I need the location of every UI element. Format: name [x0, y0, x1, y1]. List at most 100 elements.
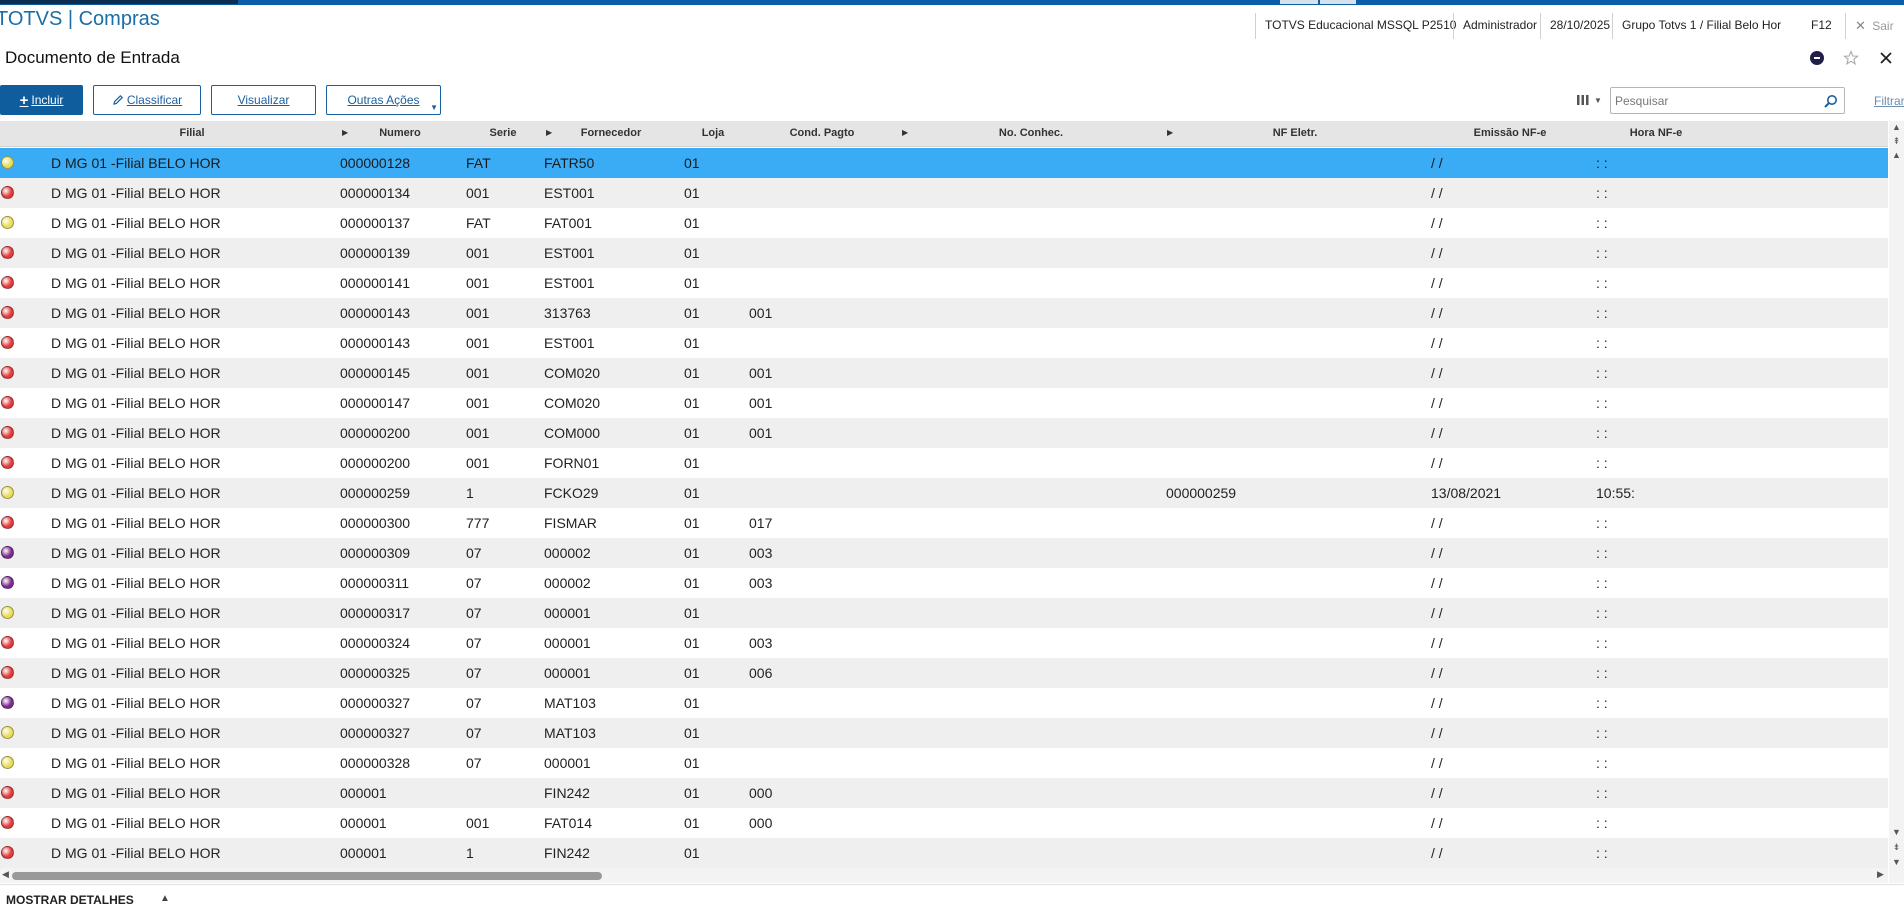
scroll-top-icon[interactable]: ▲ [1889, 121, 1904, 134]
scroll-up-icon[interactable]: ▲ [1889, 149, 1904, 162]
column-header-nf-eletr[interactable]: NF Eletr. [1273, 127, 1318, 139]
app-header: TOTVS | Compras TOTVS Educacional MSSQL … [0, 5, 1904, 39]
column-expand-icon[interactable]: ▶ [902, 128, 908, 137]
cell-hora: : : [1596, 665, 1608, 681]
table-row[interactable]: D MG 01 -Filial BELO HOR 000000139 001 EST0… [0, 238, 1888, 268]
search-icon[interactable] [1823, 94, 1838, 109]
branch-label[interactable]: Grupo Totvs 1 / Filial Belo Hor [1612, 13, 1789, 39]
scroll-down-icon[interactable]: ▼ [1889, 826, 1904, 839]
status-indicator-yellow[interactable] [1, 216, 14, 229]
column-header-hora[interactable]: Hora NF-e [1630, 127, 1683, 139]
chevron-up-icon[interactable]: ▲ [160, 893, 170, 904]
scroll-right-icon[interactable]: ▶ [1877, 869, 1884, 880]
column-header-loja[interactable]: Loja [702, 127, 725, 139]
scroll-left-icon[interactable]: ◀ [2, 869, 9, 880]
exit-button[interactable]: ✕ Sair [1845, 13, 1902, 39]
status-indicator-yellow[interactable] [1, 756, 14, 769]
column-header-no-conhec[interactable]: No. Conhec. [999, 127, 1063, 139]
status-indicator-purple[interactable] [1, 696, 14, 709]
status-indicator-yellow[interactable] [1, 486, 14, 499]
status-indicator-red[interactable] [1, 456, 14, 469]
filter-link[interactable]: Filtrar [1874, 94, 1904, 108]
close-page-icon[interactable] [1878, 50, 1894, 66]
status-indicator-red[interactable] [1, 666, 14, 679]
scroll-bottom-icon[interactable]: ▼ [1889, 856, 1904, 869]
table-row[interactable]: D MG 01 -Filial BELO HOR 000000145 001 COM0… [0, 358, 1888, 388]
status-indicator-red[interactable] [1, 816, 14, 829]
settings-icon[interactable] [1809, 50, 1825, 66]
column-header-fornecedor[interactable]: Fornecedor [581, 127, 642, 139]
table-row[interactable]: D MG 01 -Filial BELO HOR 000001 FIN242 01 00… [0, 778, 1888, 808]
scroll-page-up-icon[interactable]: ⇞ [1889, 135, 1904, 148]
table-row[interactable]: D MG 01 -Filial BELO HOR 000000328 07 00000… [0, 748, 1888, 778]
column-header-filial[interactable]: Filial [179, 127, 204, 139]
show-details-label[interactable]: MOSTRAR DETALHES [6, 893, 134, 907]
table-row[interactable]: D MG 01 -Filial BELO HOR 000000200 001 COM0… [0, 418, 1888, 448]
status-indicator-red[interactable] [1, 426, 14, 439]
table-row[interactable]: D MG 01 -Filial BELO HOR 000000324 07 00000… [0, 628, 1888, 658]
column-selector[interactable]: ▼ [1570, 88, 1612, 112]
star-icon[interactable] [1843, 50, 1859, 66]
status-indicator-red[interactable] [1, 786, 14, 799]
status-indicator-red[interactable] [1, 186, 14, 199]
column-header-serie[interactable]: Serie [490, 127, 517, 139]
table-row[interactable]: D MG 01 -Filial BELO HOR 000000128 FAT FATR… [0, 148, 1888, 178]
status-indicator-purple[interactable] [1, 576, 14, 589]
table-row[interactable]: D MG 01 -Filial BELO HOR 000000317 07 00000… [0, 598, 1888, 628]
cell-emissao: / / [1431, 695, 1443, 711]
status-indicator-red[interactable] [1, 846, 14, 859]
column-header-cond-pagto[interactable]: Cond. Pagto [790, 127, 855, 139]
cell-hora: : : [1596, 605, 1608, 621]
page-title: Documento de Entrada [5, 48, 180, 67]
table-row[interactable]: D MG 01 -Filial BELO HOR 000000200 001 FORN… [0, 448, 1888, 478]
view-button[interactable]: Visualizar [211, 85, 316, 115]
status-indicator-purple[interactable] [1, 546, 14, 559]
table-row[interactable]: D MG 01 -Filial BELO HOR 000000147 001 COM0… [0, 388, 1888, 418]
status-indicator-yellow[interactable] [1, 156, 14, 169]
other-actions-button[interactable]: Outras Ações ▼ [326, 85, 441, 115]
status-indicator-red[interactable] [1, 306, 14, 319]
scroll-page-down-icon[interactable]: ⇟ [1889, 841, 1904, 854]
status-indicator-red[interactable] [1, 636, 14, 649]
table-row[interactable]: D MG 01 -Filial BELO HOR 000001 1 FIN242 01 /… [0, 838, 1888, 868]
table-row[interactable]: D MG 01 -Filial BELO HOR 000000137 FAT FAT0… [0, 208, 1888, 238]
table-row[interactable]: D MG 01 -Filial BELO HOR 000000259 1 FCKO29… [0, 478, 1888, 508]
cell-numero: 000000324 [340, 635, 411, 651]
table-row[interactable]: D MG 01 -Filial BELO HOR 000000134 001 EST0… [0, 178, 1888, 208]
status-indicator-red[interactable] [1, 276, 14, 289]
status-indicator-red[interactable] [1, 516, 14, 529]
table-row[interactable]: D MG 01 -Filial BELO HOR 000000311 07 00000… [0, 568, 1888, 598]
include-button[interactable]: + Incluir [0, 85, 83, 115]
table-row[interactable]: D MG 01 -Filial BELO HOR 000000300 777 FISM… [0, 508, 1888, 538]
status-indicator-yellow[interactable] [1, 726, 14, 739]
horizontal-scrollbar[interactable]: ◀ ▶ [0, 868, 1888, 883]
classify-button[interactable]: Classificar [93, 85, 201, 115]
vertical-scrollbar[interactable]: ▲ ⇞ ▲ ▼ ⇟ ▼ [1889, 121, 1904, 883]
column-header-emissao[interactable]: Emissão NF-e [1474, 127, 1547, 139]
column-expand-icon[interactable]: ▶ [546, 128, 552, 137]
horizontal-scroll-thumb[interactable] [12, 872, 602, 880]
status-indicator-red[interactable] [1, 246, 14, 259]
column-header-numero[interactable]: Numero [379, 127, 421, 139]
status-indicator-red[interactable] [1, 366, 14, 379]
status-indicator-red[interactable] [1, 336, 14, 349]
table-row[interactable]: D MG 01 -Filial BELO HOR 000000309 07 00000… [0, 538, 1888, 568]
search-input[interactable] [1615, 91, 1815, 111]
f12-button[interactable]: F12 [1803, 13, 1840, 39]
table-row[interactable]: D MG 01 -Filial BELO HOR 000000325 07 00000… [0, 658, 1888, 688]
top-strip-tab-1 [1280, 0, 1318, 4]
column-expand-icon[interactable]: ▶ [1167, 128, 1173, 137]
status-indicator-red[interactable] [1, 396, 14, 409]
status-indicator-yellow[interactable] [1, 606, 14, 619]
date-label[interactable]: 28/10/2025 [1540, 13, 1618, 39]
table-row[interactable]: D MG 01 -Filial BELO HOR 000000327 07 MAT10… [0, 718, 1888, 748]
table-row[interactable]: D MG 01 -Filial BELO HOR 000000143 001 EST0… [0, 328, 1888, 358]
cell-loja: 01 [684, 365, 700, 381]
column-expand-icon[interactable]: ▶ [342, 128, 348, 137]
table-row[interactable]: D MG 01 -Filial BELO HOR 000001 001 FAT014 0… [0, 808, 1888, 838]
details-footer[interactable]: MOSTRAR DETALHES ▲ [0, 884, 1904, 914]
user-label[interactable]: Administrador [1453, 13, 1545, 39]
table-row[interactable]: D MG 01 -Filial BELO HOR 000000143 001 3137… [0, 298, 1888, 328]
table-row[interactable]: D MG 01 -Filial BELO HOR 000000141 001 EST0… [0, 268, 1888, 298]
table-row[interactable]: D MG 01 -Filial BELO HOR 000000327 07 MAT10… [0, 688, 1888, 718]
